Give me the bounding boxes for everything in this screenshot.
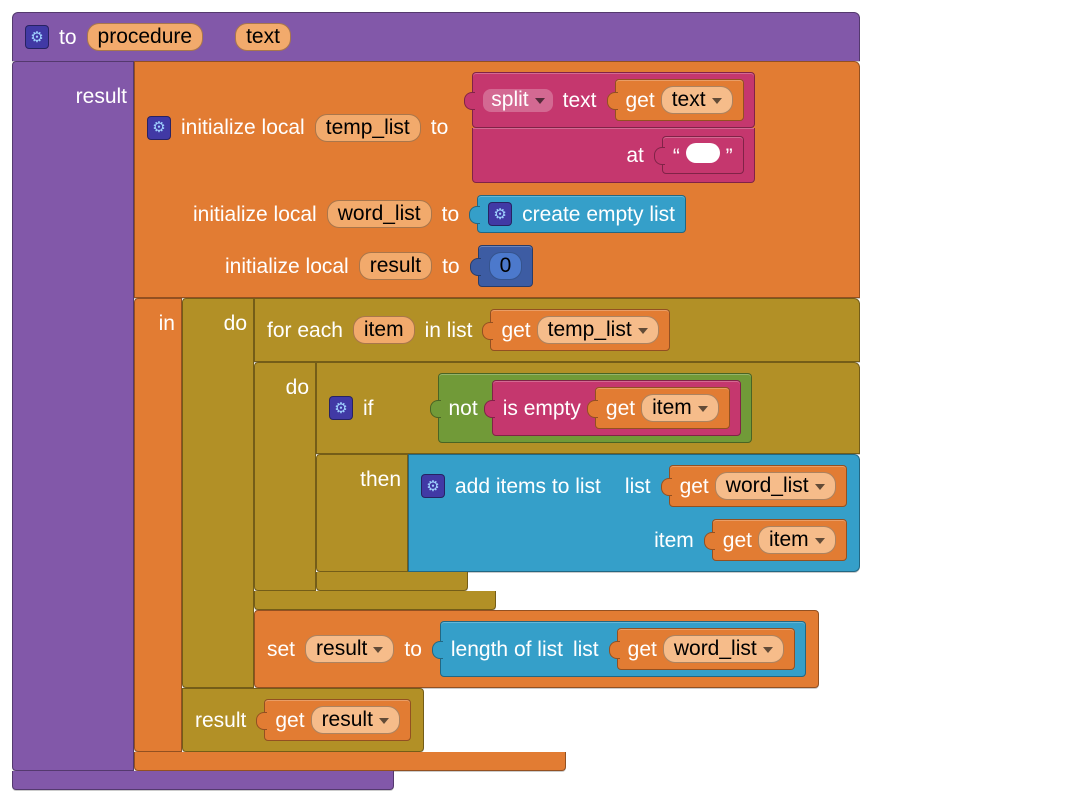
get-item-block-2[interactable]: get item	[712, 519, 847, 561]
get-label: get	[275, 710, 304, 731]
add-items-to-list-block[interactable]: add items to list list get word_list	[408, 454, 860, 572]
not-label: not	[449, 398, 478, 419]
split-at-label: at	[626, 145, 644, 166]
list-arg-label: list	[573, 639, 599, 660]
is-empty-label: is empty	[503, 398, 581, 419]
get-label: get	[626, 90, 655, 111]
if-trailer	[316, 572, 468, 591]
get-result-block[interactable]: get result	[264, 699, 411, 741]
not-block[interactable]: not is empty get item	[438, 373, 752, 443]
if-label: if	[363, 398, 374, 419]
get-word_list-block[interactable]: get word_list	[669, 465, 847, 507]
get-label: get	[501, 320, 530, 341]
result-label: result	[195, 710, 246, 731]
text-literal-block[interactable]: “ ”	[662, 136, 744, 174]
purple-trailer	[12, 771, 394, 790]
do-label: do	[255, 363, 315, 406]
create-empty-list-block[interactable]: create empty list	[477, 195, 686, 233]
var-dropdown-word_list[interactable]: word_list	[715, 472, 836, 500]
create-empty-list-label: create empty list	[522, 204, 675, 225]
split-text-arg-label: text	[563, 90, 597, 111]
var-temp_list[interactable]: temp_list	[315, 114, 421, 142]
var-word_list[interactable]: word_list	[327, 200, 432, 228]
length-of-list-block[interactable]: length of list list get word_list	[440, 621, 806, 677]
number-zero-block[interactable]: 0	[478, 245, 534, 287]
item-arg-label: item	[654, 530, 694, 551]
initialize-local-label: initialize local	[181, 117, 305, 138]
gear-icon[interactable]	[329, 396, 353, 420]
orange-trailer	[134, 752, 566, 771]
get-text-block[interactable]: get text	[615, 79, 744, 121]
var-dropdown-item[interactable]: item	[641, 394, 719, 422]
text-literal-value[interactable]	[686, 143, 720, 163]
split-at-row: at “ ”	[472, 128, 754, 183]
var-dropdown-item-2[interactable]: item	[758, 526, 836, 554]
split-mode-dropdown[interactable]: split	[483, 89, 552, 112]
for-each-block[interactable]: for each item in list get temp_list	[254, 298, 860, 688]
if-then-bar: then	[316, 454, 408, 572]
gear-icon[interactable]	[488, 202, 512, 226]
list-arg-label: list	[625, 476, 651, 497]
add-items-label: add items to list	[455, 476, 601, 497]
olive-result-row: result get result	[182, 688, 424, 752]
in-label: in	[135, 299, 181, 342]
get-label: get	[723, 530, 752, 551]
olive-do-bar: do	[182, 298, 254, 688]
initialize-local-label: initialize local	[225, 256, 349, 277]
number-field[interactable]: 0	[489, 252, 523, 280]
for-each-do-bar: do	[254, 362, 316, 591]
set-result-block[interactable]: set result to length of list list get wo…	[254, 610, 819, 688]
to-label: to	[404, 639, 422, 660]
loop-var-item[interactable]: item	[353, 316, 415, 344]
length-label: length of list	[451, 639, 563, 660]
to-label: to	[442, 256, 460, 277]
for-each-label: for each	[267, 320, 343, 341]
var-dropdown-temp_list[interactable]: temp_list	[537, 316, 659, 344]
get-label: get	[680, 476, 709, 497]
do-result-block[interactable]: do for each item in list get temp_list	[182, 298, 860, 752]
get-word_list-block-2[interactable]: get word_list	[617, 628, 795, 670]
gear-icon[interactable]	[25, 25, 49, 49]
initialize-locals-block[interactable]: initialize local temp_list to split text…	[134, 61, 860, 771]
get-item-block[interactable]: get item	[595, 387, 730, 429]
var-dropdown-text[interactable]: text	[661, 86, 733, 114]
is-empty-block[interactable]: is empty get item	[492, 380, 741, 436]
if-block[interactable]: if not is empty get	[316, 362, 860, 591]
set-label: set	[267, 639, 295, 660]
open-quote: “	[673, 145, 680, 168]
get-label: get	[628, 639, 657, 660]
locals-in-bar: in	[134, 298, 182, 752]
var-result[interactable]: result	[359, 252, 432, 280]
to-label: to	[431, 117, 449, 138]
var-dropdown-word_list-2[interactable]: word_list	[663, 635, 784, 663]
result-slot-label: result	[13, 62, 133, 115]
procedure-definition-block[interactable]: to procedure text result initialize loca…	[12, 12, 860, 790]
var-dropdown-result[interactable]: result	[305, 635, 394, 663]
in-list-label: in list	[425, 320, 473, 341]
then-label: then	[317, 455, 407, 498]
for-each-trailer	[254, 591, 496, 610]
procedure-body-bar: result	[12, 61, 134, 771]
get-temp_list-block[interactable]: get temp_list	[490, 309, 669, 351]
split-block[interactable]: split text get text	[472, 72, 754, 128]
gear-icon[interactable]	[147, 116, 171, 140]
procedure-name-field[interactable]: procedure	[87, 23, 204, 51]
do-label: do	[183, 299, 253, 342]
gear-icon[interactable]	[421, 474, 445, 498]
get-label: get	[606, 398, 635, 419]
to-label: to	[59, 27, 77, 48]
to-label: to	[442, 204, 460, 225]
initialize-local-label: initialize local	[193, 204, 317, 225]
param-text[interactable]: text	[235, 23, 291, 51]
close-quote: ”	[726, 145, 733, 168]
var-dropdown-result-2[interactable]: result	[311, 706, 400, 734]
